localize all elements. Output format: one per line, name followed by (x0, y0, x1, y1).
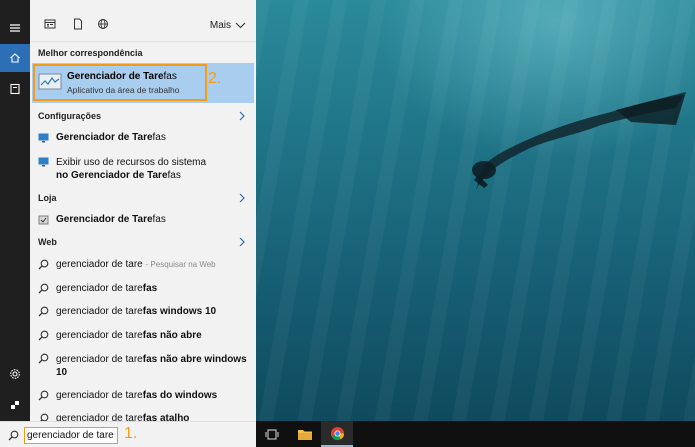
start-rail (0, 0, 30, 421)
search-icon (38, 283, 49, 294)
search-panel: Mais Melhor correspondência Gerenciador … (30, 0, 256, 421)
search-icon (40, 413, 49, 421)
web-suggestion[interactable]: gerenciador de tarefas não abre (38, 330, 202, 341)
desktop-wallpaper (256, 0, 695, 421)
chevron-right-icon[interactable] (238, 193, 246, 203)
item-label: gerenciador de tarefas atalho (56, 413, 190, 421)
item-label: gerenciador de tarefas não abre windows 1… (56, 354, 247, 378)
web-suggestion[interactable]: gerenciador de tarefas do windows (38, 390, 217, 401)
hamburger-icon (10, 24, 20, 32)
feedback-button[interactable] (0, 391, 30, 419)
notebook-icon (10, 83, 20, 95)
search-icon (8, 430, 19, 441)
search-icon (38, 306, 49, 317)
web-suggestion[interactable]: gerenciador de tarefas não abre windows 1… (38, 353, 247, 379)
web-suggestion[interactable]: gerenciador de tare - Pesquisar na Web (38, 259, 216, 270)
home-button[interactable] (0, 44, 30, 72)
step-1-label: 1. (124, 425, 138, 442)
item-label: gerenciador de tare - Pesquisar na Web (56, 259, 216, 270)
web-suggestion[interactable]: gerenciador de tarefas (38, 283, 157, 294)
best-match-subtitle: Aplicativo da área de trabalho (67, 85, 180, 95)
apps-filter-icon[interactable] (44, 18, 56, 30)
documents-filter-icon[interactable] (72, 18, 84, 30)
search-icon (38, 330, 49, 341)
chevron-right-icon[interactable] (238, 111, 246, 121)
chrome-button[interactable] (321, 421, 353, 447)
more-label: Mais (209, 20, 231, 31)
item-label: gerenciador de tarefas windows 10 (56, 306, 217, 317)
settings-heading: Configurações (38, 111, 102, 121)
search-filter-bar: Mais (30, 0, 256, 42)
task-view-icon (265, 429, 279, 439)
settings-button[interactable] (0, 360, 30, 388)
home-icon (10, 53, 20, 63)
item-label: Gerenciador de Tarefas (56, 214, 166, 225)
store-heading: Loja (38, 193, 57, 203)
search-icon (38, 390, 49, 401)
file-explorer-button[interactable] (289, 421, 321, 447)
search-icon (38, 353, 49, 364)
diver-image (472, 92, 686, 190)
item-label: gerenciador de tarefas (56, 283, 158, 294)
step-2-label: 2. (208, 70, 222, 87)
hamburger-menu-button[interactable] (0, 14, 30, 42)
item-label: gerenciador de tarefas não abre (56, 330, 202, 341)
notebook-button[interactable] (0, 75, 30, 103)
web-filter-icon[interactable] (97, 18, 109, 30)
chrome-icon (330, 426, 344, 440)
item-label: Exibir uso de recursos do sistema no Ger… (56, 157, 207, 181)
best-match-title: Gerenciador de Tarefas (67, 71, 177, 82)
task-view-button[interactable] (256, 421, 288, 447)
chevron-right-icon[interactable] (238, 237, 246, 247)
store-app-icon (38, 215, 49, 225)
item-label: gerenciador de tarefas do windows (56, 390, 218, 401)
task-manager-icon (38, 73, 62, 90)
settings-item-resource-usage[interactable]: Exibir uso de recursos do sistema no Ger… (38, 156, 206, 182)
search-input[interactable] (24, 427, 118, 444)
monitor-icon (38, 133, 49, 143)
store-item-task-manager[interactable]: Gerenciador de Tarefas (38, 214, 166, 225)
folder-icon (298, 429, 312, 440)
chevron-down-icon (235, 22, 246, 29)
settings-item-task-manager[interactable]: Gerenciador de Tarefas (38, 132, 166, 143)
feedback-icon (11, 401, 19, 409)
search-icon (38, 259, 49, 270)
item-label: Gerenciador de Tarefas (56, 132, 166, 143)
monitor-icon (38, 157, 49, 167)
web-heading: Web (38, 237, 57, 247)
web-suggestion[interactable]: gerenciador de tarefas windows 10 (38, 306, 216, 317)
more-filters-dropdown[interactable]: Mais (210, 20, 246, 31)
best-match-heading: Melhor correspondência (38, 48, 143, 58)
web-suggestion[interactable]: gerenciador de tarefas atalho (38, 413, 189, 421)
search-bar: 1. (0, 421, 256, 447)
gear-icon (10, 369, 20, 379)
